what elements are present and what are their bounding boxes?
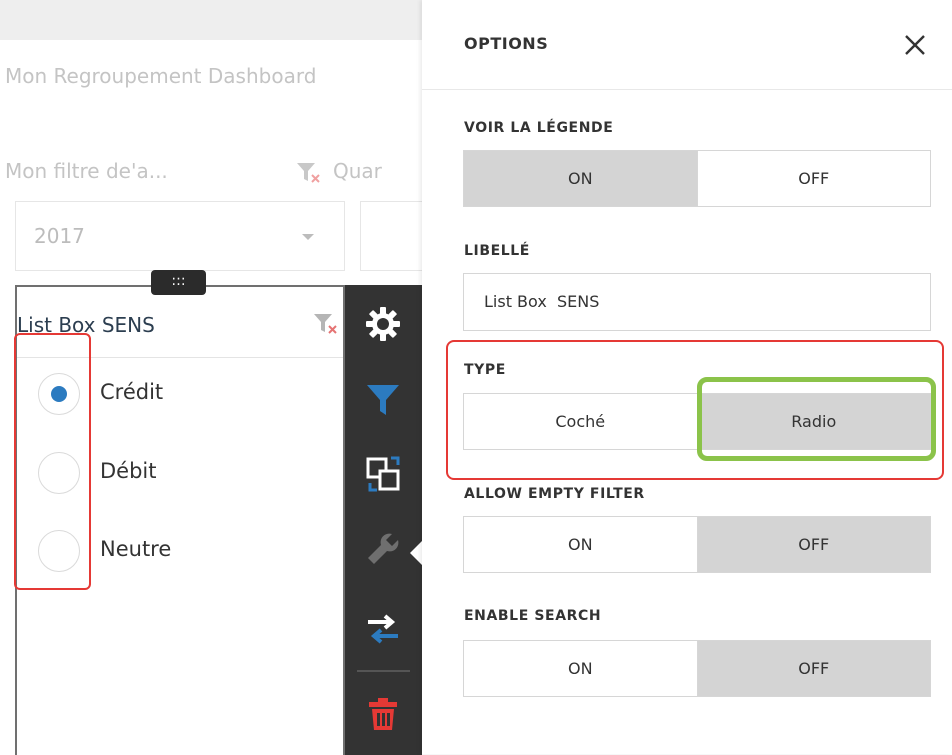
close-button[interactable] — [900, 30, 930, 60]
second-filter-select[interactable] — [360, 201, 422, 271]
convert-button[interactable] — [345, 440, 422, 510]
drag-handle[interactable]: ::: — [151, 270, 206, 295]
caption-input[interactable]: List Box SENS — [463, 273, 931, 331]
list-box-widget: List Box SENS Crédit Débit Neutre — [15, 285, 345, 755]
allow-empty-on-button[interactable]: ON — [464, 517, 697, 572]
filter-button[interactable] — [345, 365, 422, 435]
allow-empty-toggle: ON OFF — [463, 516, 931, 573]
dashboard-top-bar — [0, 0, 422, 40]
second-filter-label: Quar — [333, 159, 382, 183]
year-select[interactable]: 2017 — [15, 201, 345, 271]
legend-off-button[interactable]: OFF — [696, 151, 930, 206]
dashboard-title: Mon Regroupement Dashboard — [5, 64, 317, 88]
list-item[interactable]: Neutre — [17, 523, 317, 583]
convert-icon — [366, 456, 400, 492]
toolbar-pointer — [410, 541, 422, 565]
toolbar-divider — [357, 670, 410, 672]
allow-empty-off-button[interactable]: OFF — [696, 517, 930, 572]
list-item[interactable]: Débit — [17, 445, 317, 505]
search-toggle: ON OFF — [463, 640, 931, 697]
swap-button[interactable] — [345, 595, 422, 665]
allow-empty-section-label: ALLOW EMPTY FILTER — [464, 486, 645, 502]
gear-icon — [366, 307, 400, 341]
clear-filter-icon[interactable] — [296, 161, 322, 185]
options-panel: OPTIONS VOIR LA LÉGENDE ON OFF LIBELLÉ L… — [422, 0, 952, 754]
list-box-title: List Box SENS — [17, 313, 155, 337]
list-item[interactable]: Crédit — [17, 366, 317, 426]
list-item-label: Débit — [100, 459, 157, 483]
type-radio-button[interactable]: Radio — [696, 394, 930, 449]
panel-divider — [422, 89, 952, 90]
list-item-label: Neutre — [100, 537, 172, 561]
filter-icon — [367, 385, 399, 415]
panel-title: OPTIONS — [464, 34, 549, 53]
list-item-label: Crédit — [100, 380, 164, 404]
wrench-icon — [368, 533, 399, 564]
trash-icon — [369, 698, 397, 730]
clear-filter-icon[interactable] — [313, 311, 339, 337]
radio-button[interactable] — [38, 452, 80, 494]
caption-section-label: LIBELLÉ — [464, 243, 530, 259]
type-checked-button[interactable]: Coché — [464, 394, 697, 449]
search-section-label: ENABLE SEARCH — [464, 608, 602, 624]
legend-section-label: VOIR LA LÉGENDE — [464, 120, 614, 136]
swap-icon — [368, 614, 398, 644]
legend-toggle: ON OFF — [463, 150, 931, 207]
search-on-button[interactable]: ON — [464, 641, 697, 696]
radio-button[interactable] — [38, 530, 80, 572]
list-box-header: List Box SENS — [17, 287, 343, 358]
year-select-value: 2017 — [34, 224, 85, 248]
legend-on-button[interactable]: ON — [464, 151, 697, 206]
type-section-label: TYPE — [464, 362, 506, 378]
widget-toolbar — [345, 285, 422, 755]
radio-button[interactable] — [38, 373, 80, 415]
delete-button[interactable] — [345, 680, 422, 750]
filter-label: Mon filtre de'a... — [5, 159, 168, 183]
search-off-button[interactable]: OFF — [696, 641, 930, 696]
settings-button[interactable] — [345, 290, 422, 360]
type-toggle: Coché Radio — [463, 393, 931, 450]
close-icon — [905, 35, 925, 55]
chevron-down-icon — [302, 234, 314, 240]
